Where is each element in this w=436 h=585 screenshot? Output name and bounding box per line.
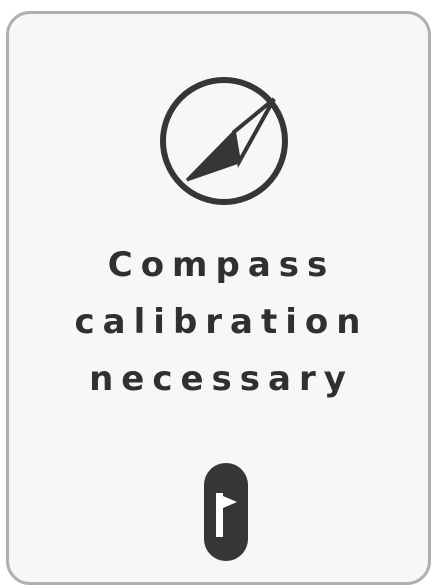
message-line-2: calibration	[74, 302, 369, 342]
flag-icon	[216, 493, 237, 537]
calibration-message: Compass calibration necessary	[9, 237, 434, 408]
message-line-3: necessary	[89, 359, 354, 399]
flag-button[interactable]	[204, 463, 248, 561]
message-line-1: Compass	[107, 245, 336, 285]
calibration-alert-card: Compass calibration necessary	[6, 11, 431, 585]
compass-icon	[160, 77, 288, 205]
